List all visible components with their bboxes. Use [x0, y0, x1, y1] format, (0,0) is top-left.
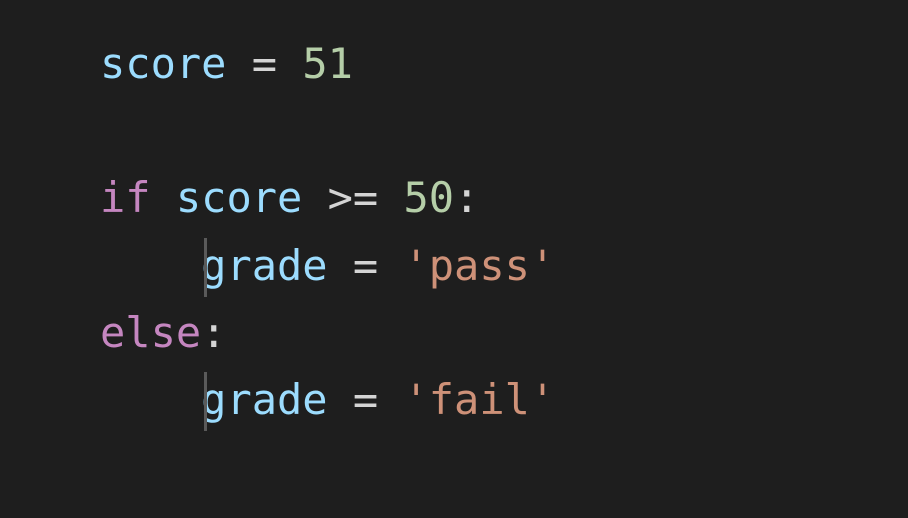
indent-guide	[204, 238, 207, 297]
operator-token: =	[353, 241, 378, 290]
code-line-blank	[100, 97, 908, 164]
operator-token: >=	[328, 173, 379, 222]
variable-token: score	[176, 173, 302, 222]
keyword-token: if	[100, 173, 151, 222]
number-token: 51	[302, 39, 353, 88]
punctuation-token: :	[201, 308, 226, 357]
string-token: 'fail'	[403, 375, 555, 424]
variable-token: grade	[201, 241, 327, 290]
number-token: 50	[403, 173, 454, 222]
code-line-1: score = 51	[100, 30, 908, 97]
operator-token: =	[252, 39, 277, 88]
code-line-6: grade = 'fail'	[100, 366, 908, 433]
code-line-3: if score >= 50:	[100, 164, 908, 231]
keyword-token: else	[100, 308, 201, 357]
variable-token: score	[100, 39, 226, 88]
code-line-5: else:	[100, 299, 908, 366]
punctuation-token: :	[454, 173, 479, 222]
string-token: 'pass'	[403, 241, 555, 290]
variable-token: grade	[201, 375, 327, 424]
code-editor[interactable]: score = 51 if score >= 50: grade = 'pass…	[100, 30, 908, 433]
indent-guide	[204, 372, 207, 431]
operator-token: =	[353, 375, 378, 424]
code-line-4: grade = 'pass'	[100, 232, 908, 299]
